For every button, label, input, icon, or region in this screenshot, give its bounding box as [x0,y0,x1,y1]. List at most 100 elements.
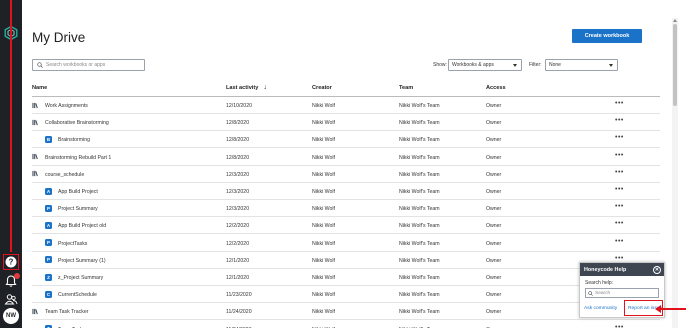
row-creator: Nikki Wolf [312,292,335,299]
app-icon: P [45,256,52,264]
row-team: Nikki Wolf's Team [399,309,440,316]
search-input[interactable]: Search workbooks or apps [32,59,145,71]
row-name[interactable]: Brainstorming Rebuild Part 1 [45,155,111,161]
row-team: Nikki Wolf's Team [399,223,440,230]
help-panel-header: Honeycode Help ✕ [580,263,664,276]
table-row[interactable]: A App Build Project 12/3/2020 Nikki Wolf Nik… [32,183,660,200]
column-header-access[interactable]: Access [486,85,506,91]
annotation-arrow-head [655,305,661,313]
table-row[interactable]: Team Task Tracker 11/24/2020 Nikki Wolf Nik… [32,303,660,321]
row-name[interactable]: Project Summary (1) [58,258,106,264]
avatar[interactable]: NW [3,308,19,324]
table-row[interactable]: course_schedule 12/3/2020 Nikki Wolf Nikki … [32,166,660,183]
row-last-activity: 12/3/2020 [226,206,250,213]
app-icon: B [45,135,52,143]
row-creator: Nikki Wolf [312,103,335,109]
row-last-activity: 12/1/2020 [226,257,250,264]
row-last-activity: 12/8/2020 [226,137,250,144]
app-icon: C [45,290,52,298]
help-search-input[interactable]: Search [585,288,659,298]
table-row[interactable]: Work Assignments 12/10/2020 Nikki Wolf Nikk… [32,97,660,114]
table-row[interactable]: Zz_Project Summary 12/1/2020 Nikki Wolf Nik… [32,269,660,286]
row-name[interactable]: App Build Project [58,189,98,195]
column-header-name[interactable]: Name [32,85,47,91]
row-name[interactable]: Project Summary [58,206,98,212]
filter-select-value: None [549,62,561,68]
more-options-icon[interactable]: ••• [615,117,624,124]
table-row[interactable]: C CurrentSchedule 11/23/2020 Nikki Wolf Nikk… [32,286,660,304]
table-row[interactable]: A App Build Project old 12/2/2020 Nikki Wol… [32,217,660,235]
workbook-icon [32,102,38,108]
row-name[interactable]: App Build Project old [58,223,106,229]
row-name[interactable]: Brainstorming [58,137,90,143]
search-icon [37,62,43,68]
app-icon: A [45,187,52,195]
row-access: Owner [486,292,502,299]
more-options-icon[interactable]: ••• [615,203,624,210]
row-last-activity: 12/2/2020 [226,223,250,230]
row-last-activity: 12/8/2020 [226,120,250,127]
row-creator: Nikki Wolf [312,154,335,161]
table-row[interactable]: B Brainstorming 12/8/2020 Nikki Wolf Nikki W… [32,131,660,149]
more-options-icon[interactable]: ••• [615,169,624,176]
row-name[interactable]: Work Assignments [45,103,88,109]
row-name[interactable]: Team Task Tracker [45,309,88,315]
row-last-activity: 12/1/2020 [226,275,250,281]
more-options-icon[interactable]: ••• [615,134,624,141]
more-options-icon[interactable]: ••• [615,152,624,159]
row-name[interactable]: CurrentSchedule [58,292,97,298]
column-header-last-activity[interactable]: Last activity ↓ [226,84,267,91]
row-team: Nikki Wolf's Team [399,206,440,213]
more-options-icon[interactable]: ••• [615,255,624,262]
table-row[interactable]: Brainstorming Rebuild Part 1 12/8/2020 Nik… [32,149,660,166]
column-header-team[interactable]: Team [399,85,413,91]
row-name[interactable]: course_schedule [45,172,84,178]
column-header-creator[interactable]: Creator [312,85,332,91]
row-creator: Nikki Wolf [312,189,335,195]
row-name[interactable]: z_Project Summary [58,275,103,281]
table-row[interactable]: P Project Summary 12/3/2020 Nikki Wolf Nikki… [32,200,660,218]
notification-badge [14,273,20,279]
row-team: Nikki Wolf's Team [399,154,440,161]
workbook-icon [32,171,38,177]
more-options-icon[interactable]: ••• [615,324,624,328]
row-access: Owner [486,223,502,230]
app-root: ? NW My Drive Create workbook Search wor… [0,0,690,328]
close-icon[interactable]: ✕ [653,265,661,274]
row-creator: Nikki Wolf [312,275,335,281]
scrollbar-thumb[interactable] [673,24,677,106]
row-name[interactable]: ProjectTasks [58,241,87,247]
filter-select[interactable]: None [545,59,618,71]
row-creator: Nikki Wolf [312,240,335,247]
ask-community-link[interactable]: Ask community [584,306,617,311]
more-options-icon[interactable]: ••• [615,186,624,193]
table-row[interactable]: P Project Summary (1) 12/1/2020 Nikki Wolf N… [32,252,660,269]
show-label: Show: [433,62,447,68]
show-select[interactable]: Workbooks & apps [448,59,522,71]
row-access: Owner [486,189,502,195]
sort-down-icon: ↓ [263,84,267,91]
column-header-last-activity-label: Last activity [226,85,259,91]
table-row[interactable]: TTeam Tasks11/24/2020Nikki WolfNikki Wol… [32,321,660,328]
more-options-icon[interactable]: ••• [615,100,624,107]
more-options-icon[interactable]: ••• [615,220,624,227]
people-icon[interactable] [4,292,18,306]
row-access: Owner [486,154,502,161]
page-title: My Drive [32,30,86,45]
row-creator: Nikki Wolf [312,309,335,316]
row-access: Owner [486,275,502,281]
row-team: Nikki Wolf's Team [399,189,440,195]
row-access: Owner [486,309,502,316]
row-name[interactable]: Collaborative Brainstorming [45,120,109,126]
more-options-icon[interactable]: ••• [615,238,624,245]
create-workbook-button[interactable]: Create workbook [572,29,642,43]
main-content: My Drive Create workbook Search workbook… [22,0,672,328]
help-search-placeholder: Search [595,290,611,296]
row-creator: Nikki Wolf [312,171,335,178]
scroll-up-arrow[interactable] [673,19,677,22]
table-row[interactable]: P ProjectTasks 12/2/2020 Nikki Wolf Nikki Wo… [32,235,660,252]
table-header: Name Last activity ↓ Creator Team Access [32,84,660,95]
workbook-icon [32,308,38,315]
table-row[interactable]: Collaborative Brainstorming 12/8/2020 Nikk… [32,114,660,132]
row-team: Nikki Wolf's Team [399,292,440,299]
